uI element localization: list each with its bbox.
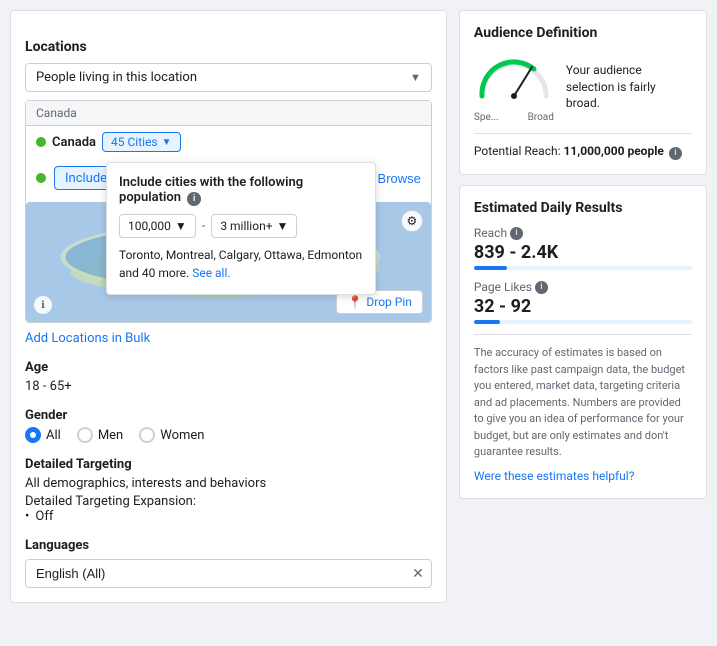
helpful-link[interactable]: Were these estimates helpful? (474, 469, 634, 483)
estimated-results-card: Estimated Daily Results Reach i 839 - 2.… (459, 185, 707, 499)
reach-bar (474, 266, 692, 270)
reach-value: 839 - 2.4K (474, 242, 692, 263)
gender-all-option[interactable]: All (25, 427, 61, 443)
detailed-targeting-value: All demographics, interests and behavior… (25, 476, 432, 491)
left-panel: Locations People living in this location… (10, 10, 447, 603)
audience-description: Your audience selection is fairly broad. (566, 62, 692, 112)
locations-title: Locations (25, 39, 432, 55)
likes-value: 32 - 92 (474, 296, 692, 317)
population-range: 100,000 ▼ - 3 million+ ▼ (119, 214, 363, 238)
info-icon: ℹ (34, 296, 52, 314)
reach-label: Reach i (474, 226, 692, 240)
languages-section: Languages ✕ (25, 538, 432, 588)
language-input[interactable] (25, 559, 432, 588)
gender-women-option[interactable]: Women (139, 427, 204, 443)
info-icon: i (535, 281, 548, 294)
radio-men[interactable] (77, 427, 93, 443)
gender-men-option[interactable]: Men (77, 427, 123, 443)
canada-header: Canada (26, 101, 431, 126)
tooltip-title: Include cities with the following popula… (119, 175, 363, 206)
languages-label: Languages (25, 538, 432, 553)
gender-section: Gender All Men Women (25, 408, 432, 443)
close-icon[interactable]: ✕ (412, 566, 424, 582)
age-label: Age (25, 360, 432, 375)
gauge-left-label: Spe... (474, 112, 499, 123)
reach-bar-fill (474, 266, 507, 270)
language-input-wrap: ✕ (25, 559, 432, 588)
age-section: Age 18 - 65+ (25, 360, 432, 394)
gender-women-label: Women (160, 428, 204, 443)
max-pop-select[interactable]: 3 million+ ▼ (211, 214, 297, 238)
estimates-note: The accuracy of estimates is based on fa… (474, 345, 692, 461)
radio-all[interactable] (25, 427, 41, 443)
detailed-targeting-section: Detailed Targeting All demographics, int… (25, 457, 432, 524)
location-dot-icon (36, 137, 46, 147)
detailed-targeting-label: Detailed Targeting (25, 457, 432, 472)
gauge-container: Spe... Broad (474, 51, 554, 123)
cities-badge-label: 45 Cities (111, 135, 158, 149)
gear-icon[interactable]: ⚙ (401, 210, 423, 232)
audience-definition-title: Audience Definition (474, 25, 692, 41)
reach-metric: Reach i 839 - 2.4K (474, 226, 692, 270)
chevron-down-icon: ▼ (410, 71, 421, 84)
range-dash: - (202, 219, 206, 234)
detailed-expansion-label: Detailed Targeting Expansion: (25, 494, 432, 509)
living-dropdown[interactable]: People living in this location ▼ (25, 63, 432, 92)
chevron-down-icon: ▼ (162, 137, 172, 148)
info-icon: i (510, 227, 523, 240)
age-value: 18 - 65+ (25, 379, 432, 394)
audience-definition-card: Audience Definition Spe... (459, 10, 707, 175)
gender-label: Gender (25, 408, 432, 423)
gauge-svg (474, 51, 554, 106)
likes-metric: Page Likes i 32 - 92 (474, 280, 692, 324)
divider (474, 133, 692, 134)
min-pop-select[interactable]: 100,000 ▼ (119, 214, 196, 238)
divider (474, 334, 692, 335)
info-icon: i (669, 147, 682, 160)
add-locations-bulk-link[interactable]: Add Locations in Bulk (25, 331, 150, 346)
canada-row: Canada 45 Cities ▼ Include cities with t… (26, 126, 431, 158)
living-dropdown-label: People living in this location (36, 70, 197, 85)
gauge-row: Spe... Broad Your audience selection is … (474, 51, 692, 123)
cities-badge[interactable]: 45 Cities ▼ (102, 132, 181, 152)
gauge-labels: Spe... Broad (474, 112, 554, 123)
likes-bar (474, 320, 692, 324)
see-all-link[interactable]: See all. (192, 266, 230, 280)
potential-reach: Potential Reach: 11,000,000 people i (474, 144, 692, 160)
gauge-right-label: Broad (528, 112, 554, 123)
gender-men-label: Men (98, 428, 123, 443)
radio-women[interactable] (139, 427, 155, 443)
locations-section: Locations People living in this location… (25, 39, 432, 346)
estimated-results-title: Estimated Daily Results (474, 200, 692, 216)
chevron-down-icon: ▼ (277, 219, 289, 233)
city-list: Toronto, Montreal, Calgary, Ottawa, Edmo… (119, 246, 363, 282)
gender-all-label: All (46, 428, 61, 443)
detailed-expansion-value: Off (25, 509, 432, 524)
gender-options: All Men Women (25, 427, 432, 443)
include-dot-icon (36, 173, 46, 183)
browse-button[interactable]: Browse (378, 171, 421, 186)
canada-label: Canada (52, 135, 96, 150)
likes-bar-fill (474, 320, 500, 324)
likes-label: Page Likes i (474, 280, 692, 294)
pin-icon: 📍 (347, 295, 362, 309)
right-panel: Audience Definition Spe... (459, 10, 707, 603)
canada-box: Canada Canada 45 Cities ▼ Include cities… (25, 100, 432, 323)
info-icon: i (187, 192, 201, 206)
cities-tooltip: Include cities with the following popula… (106, 162, 376, 295)
chevron-down-icon: ▼ (175, 219, 187, 233)
